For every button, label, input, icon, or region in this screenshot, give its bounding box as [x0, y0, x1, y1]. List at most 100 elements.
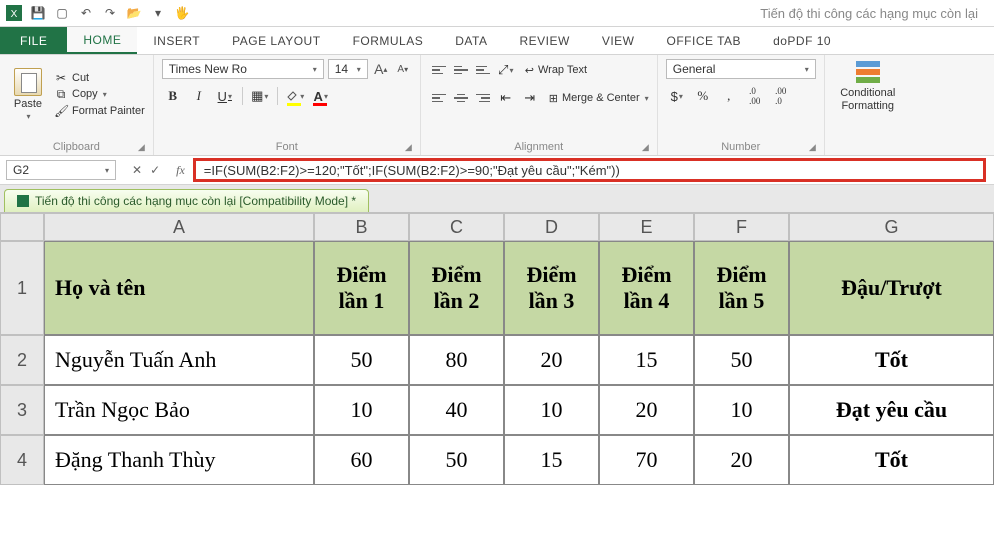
- align-right-button[interactable]: [473, 88, 493, 108]
- cell-g4[interactable]: Tốt: [789, 435, 994, 485]
- tab-review[interactable]: REVIEW: [503, 27, 585, 54]
- dialog-launcher-icon[interactable]: ◢: [642, 142, 649, 153]
- col-header-f[interactable]: F: [694, 213, 789, 241]
- cell-a1[interactable]: Họ và tên: [44, 241, 314, 335]
- wrap-text-button[interactable]: ↩Wrap Text: [525, 64, 587, 77]
- open-icon[interactable]: 📂: [126, 5, 142, 21]
- decrease-decimal-button[interactable]: .00.0: [770, 85, 792, 107]
- tab-dopdf[interactable]: doPDF 10: [757, 27, 847, 54]
- cell-b2[interactable]: 50: [314, 335, 409, 385]
- currency-button[interactable]: $▾: [666, 85, 688, 107]
- tab-file[interactable]: FILE: [0, 27, 67, 54]
- save-icon[interactable]: 💾: [30, 5, 46, 21]
- fill-color-button[interactable]: ▾: [284, 85, 306, 107]
- font-name-select[interactable]: Times New Ro▾: [162, 59, 324, 79]
- align-center-button[interactable]: [451, 88, 471, 108]
- cell-b3[interactable]: 10: [314, 385, 409, 435]
- cell-d3[interactable]: 10: [504, 385, 599, 435]
- cell-g2[interactable]: Tốt: [789, 335, 994, 385]
- dialog-launcher-icon[interactable]: ◢: [138, 142, 145, 153]
- cell-a2[interactable]: Nguyễn Tuấn Anh: [44, 335, 314, 385]
- merge-center-button[interactable]: ⊞Merge & Center▾: [549, 92, 649, 105]
- tab-office-tab[interactable]: OFFICE TAB: [651, 27, 758, 54]
- cell-f1[interactable]: Điểm lần 5: [694, 241, 789, 335]
- row-header-2[interactable]: 2: [0, 335, 44, 385]
- cell-e4[interactable]: 70: [599, 435, 694, 485]
- copy-button[interactable]: ⧉Copy▾: [54, 87, 145, 102]
- grow-font-button[interactable]: A▴: [372, 59, 390, 79]
- col-header-b[interactable]: B: [314, 213, 409, 241]
- cell-d1[interactable]: Điểm lần 3: [504, 241, 599, 335]
- redo-icon[interactable]: ↷: [102, 5, 118, 21]
- row-header-3[interactable]: 3: [0, 385, 44, 435]
- cell-f2[interactable]: 50: [694, 335, 789, 385]
- cancel-formula-icon[interactable]: ✕: [132, 163, 142, 177]
- comma-button[interactable]: ,: [718, 85, 740, 107]
- cell-e3[interactable]: 20: [599, 385, 694, 435]
- cell-c4[interactable]: 50: [409, 435, 504, 485]
- excel-icon: X: [6, 5, 22, 21]
- number-format-select[interactable]: General▾: [666, 59, 816, 79]
- document-tab[interactable]: Tiến độ thi công các hạng mục còn lại [C…: [4, 189, 369, 212]
- align-middle-button[interactable]: [451, 60, 471, 80]
- tab-view[interactable]: VIEW: [586, 27, 651, 54]
- col-header-c[interactable]: C: [409, 213, 504, 241]
- cell-a3[interactable]: Trần Ngọc Bảo: [44, 385, 314, 435]
- dialog-launcher-icon[interactable]: ◢: [405, 142, 412, 153]
- cut-button[interactable]: ✂Cut: [54, 71, 145, 85]
- orientation-button[interactable]: ⤢▾: [495, 59, 517, 81]
- cell-g1[interactable]: Đậu/Trượt: [789, 241, 994, 335]
- conditional-formatting-button[interactable]: Conditional Formatting: [833, 59, 903, 113]
- font-size-select[interactable]: 14▾: [328, 59, 368, 79]
- borders-button[interactable]: ▦▾: [249, 85, 271, 107]
- increase-indent-button[interactable]: ⇥: [519, 87, 541, 109]
- cell-e2[interactable]: 15: [599, 335, 694, 385]
- formula-bar[interactable]: =IF(SUM(B2:F2)>=120;"Tốt";IF(SUM(B2:F2)>…: [193, 158, 986, 182]
- col-header-e[interactable]: E: [599, 213, 694, 241]
- undo-icon[interactable]: ↶: [78, 5, 94, 21]
- col-header-g[interactable]: G: [789, 213, 994, 241]
- cell-d2[interactable]: 20: [504, 335, 599, 385]
- cell-a4[interactable]: Đặng Thanh Thùy: [44, 435, 314, 485]
- tab-insert[interactable]: INSERT: [137, 27, 216, 54]
- cell-f3[interactable]: 10: [694, 385, 789, 435]
- font-color-button[interactable]: A▾: [310, 85, 332, 107]
- cell-c3[interactable]: 40: [409, 385, 504, 435]
- shrink-font-button[interactable]: A▾: [394, 59, 412, 79]
- cell-c1[interactable]: Điểm lần 2: [409, 241, 504, 335]
- italic-button[interactable]: I: [188, 85, 210, 107]
- qat-more-icon[interactable]: ▾: [150, 5, 166, 21]
- touch-icon[interactable]: 🖐: [174, 5, 190, 21]
- select-all-corner[interactable]: [0, 213, 44, 241]
- tab-home[interactable]: HOME: [67, 27, 137, 54]
- col-header-a[interactable]: A: [44, 213, 314, 241]
- decrease-indent-button[interactable]: ⇤: [495, 87, 517, 109]
- row-header-4[interactable]: 4: [0, 435, 44, 485]
- tab-formulas[interactable]: FORMULAS: [337, 27, 440, 54]
- enter-formula-icon[interactable]: ✓: [150, 163, 160, 177]
- new-icon[interactable]: ▢: [54, 5, 70, 21]
- increase-decimal-button[interactable]: .0.00: [744, 85, 766, 107]
- align-bottom-button[interactable]: [473, 60, 493, 80]
- tab-data[interactable]: DATA: [439, 27, 503, 54]
- cell-d4[interactable]: 15: [504, 435, 599, 485]
- align-top-button[interactable]: [429, 60, 449, 80]
- align-left-button[interactable]: [429, 88, 449, 108]
- col-header-d[interactable]: D: [504, 213, 599, 241]
- cell-b1[interactable]: Điểm lần 1: [314, 241, 409, 335]
- fx-icon[interactable]: fx: [170, 163, 191, 178]
- cell-g3[interactable]: Đạt yêu cầu: [789, 385, 994, 435]
- bold-button[interactable]: B: [162, 85, 184, 107]
- name-box[interactable]: G2▾: [6, 160, 116, 180]
- cell-b4[interactable]: 60: [314, 435, 409, 485]
- dialog-launcher-icon[interactable]: ◢: [809, 142, 816, 153]
- tab-page-layout[interactable]: PAGE LAYOUT: [216, 27, 336, 54]
- cell-e1[interactable]: Điểm lần 4: [599, 241, 694, 335]
- underline-button[interactable]: U▾: [214, 85, 236, 107]
- cell-f4[interactable]: 20: [694, 435, 789, 485]
- format-painter-button[interactable]: 🖌Format Painter: [54, 104, 145, 118]
- paste-button[interactable]: Paste ▾: [8, 59, 48, 129]
- row-header-1[interactable]: 1: [0, 241, 44, 335]
- cell-c2[interactable]: 80: [409, 335, 504, 385]
- percent-button[interactable]: %: [692, 85, 714, 107]
